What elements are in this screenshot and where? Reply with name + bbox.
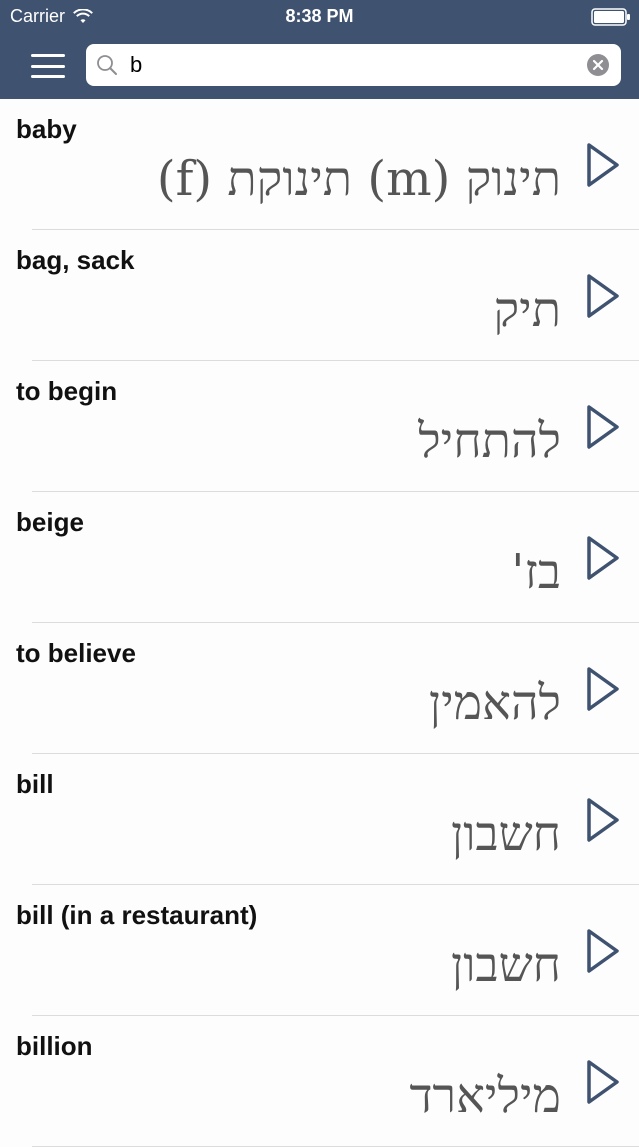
search-field[interactable] <box>86 44 621 86</box>
menu-button[interactable] <box>26 48 70 84</box>
results-list: baby תינוק (m) תינוקת (f) bag, sack תיק … <box>0 99 639 1147</box>
list-item[interactable]: beige בז' <box>0 492 639 623</box>
play-icon[interactable] <box>583 1058 623 1106</box>
list-item[interactable]: to believe להאמין <box>0 623 639 754</box>
list-item[interactable]: bill חשבון <box>0 754 639 885</box>
battery-icon <box>591 8 630 26</box>
hebrew-translation: להתחיל <box>418 413 561 469</box>
play-icon[interactable] <box>583 927 623 975</box>
status-bar: Carrier 8:38 PM <box>0 0 639 34</box>
play-icon[interactable] <box>583 272 623 320</box>
search-icon <box>97 55 117 75</box>
play-icon[interactable] <box>583 403 623 451</box>
hebrew-translation: להאמין <box>428 675 561 731</box>
search-input[interactable] <box>130 44 560 86</box>
hebrew-translation: חשבון <box>450 937 561 993</box>
play-icon[interactable] <box>583 665 623 713</box>
hebrew-translation: חשבון <box>450 806 561 862</box>
english-term: billion <box>16 1031 93 1061</box>
english-term: bill <box>16 769 54 799</box>
menu-icon-bar <box>31 75 65 78</box>
hebrew-translation: תינוק (m) תינוקת (f) <box>156 151 561 207</box>
english-term: bag, sack <box>16 245 135 275</box>
list-item[interactable]: billion מיליארד <box>0 1016 639 1147</box>
list-item[interactable]: bag, sack תיק <box>0 230 639 361</box>
status-time: 8:38 PM <box>285 6 354 26</box>
play-icon[interactable] <box>583 796 623 844</box>
english-term: baby <box>16 114 77 144</box>
english-term: bill (in a restaurant) <box>16 900 258 930</box>
hebrew-translation: תיק <box>493 282 561 338</box>
list-item[interactable]: bill (in a restaurant) חשבון <box>0 885 639 1016</box>
clear-search-icon[interactable] <box>587 54 609 76</box>
list-item[interactable]: baby תינוק (m) תינוקת (f) <box>0 99 639 230</box>
app-header: Carrier 8:38 PM <box>0 0 639 99</box>
english-term: to believe <box>16 638 136 668</box>
play-icon[interactable] <box>583 534 623 582</box>
hebrew-translation: בז' <box>511 544 561 600</box>
hebrew-translation: מיליארד <box>409 1068 561 1124</box>
play-icon[interactable] <box>583 141 623 189</box>
menu-icon-bar <box>31 64 65 68</box>
english-term: to begin <box>16 376 118 406</box>
english-term: beige <box>16 507 84 537</box>
menu-icon-bar <box>31 54 65 57</box>
list-item[interactable]: to begin להתחיל <box>0 361 639 492</box>
